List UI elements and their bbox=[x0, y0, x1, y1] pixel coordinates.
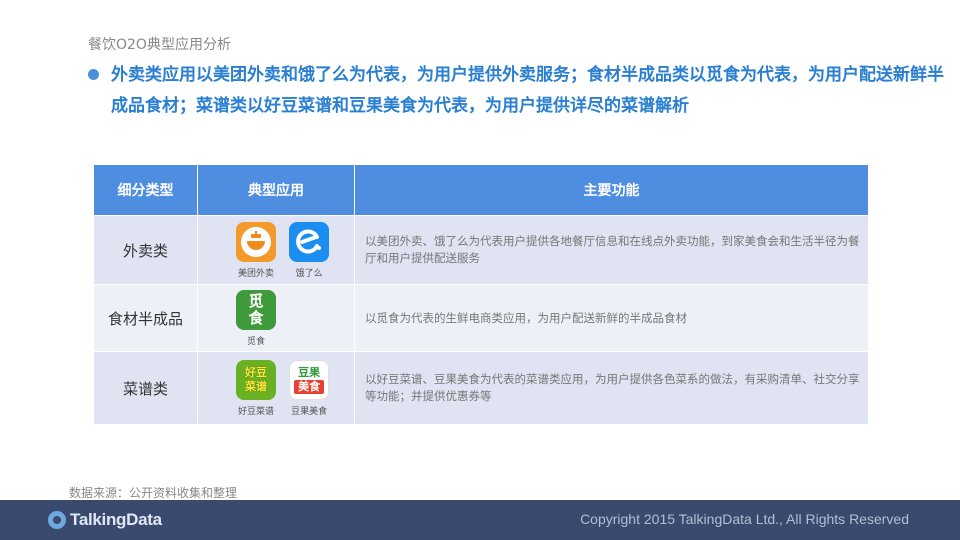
app-label: 饿了么 bbox=[295, 268, 323, 279]
copyright-text: Copyright 2015 TalkingData Ltd., All Rig… bbox=[580, 511, 909, 527]
apps-cell: 觅 食 觅食 bbox=[197, 284, 355, 352]
mishi-icon: 觅 食 bbox=[236, 289, 276, 330]
table-row: 菜谱类 好豆 菜谱 好豆菜谱 豆果 美食 豆果美食 以好豆菜谱、豆果美食为代表的… bbox=[93, 351, 869, 425]
icon-glyph: 美食 bbox=[294, 379, 325, 394]
apps-cell: 美团外卖 饿了么 bbox=[197, 215, 355, 285]
douguo-meishi-icon: 豆果 美食 bbox=[289, 359, 330, 400]
apps-cell: 好豆 菜谱 好豆菜谱 豆果 美食 豆果美食 bbox=[197, 351, 355, 425]
icon-glyph: 觅 bbox=[248, 291, 264, 310]
app-label: 觅食 bbox=[246, 336, 265, 347]
app-eleme: 饿了么 bbox=[286, 221, 332, 279]
table-header-row: 细分类型 典型应用 主要功能 bbox=[93, 164, 869, 216]
category-cell: 外卖类 bbox=[93, 215, 198, 285]
table-row: 食材半成品 觅 食 觅食 以觅食为代表的生鲜电商类应用，为用户配送新鲜的半成品食… bbox=[93, 284, 869, 352]
description-cell: 以觅食为代表的生鲜电商类应用，为用户配送新鲜的半成品食材 bbox=[354, 284, 869, 352]
bullet-icon bbox=[88, 69, 99, 80]
summary-block: 外卖类应用以美团外卖和饿了么为代表，为用户提供外卖服务；食材半成品类以觅食为代表… bbox=[88, 60, 948, 122]
header-apps: 典型应用 bbox=[197, 164, 355, 216]
icon-glyph: 好豆 bbox=[245, 365, 267, 379]
app-douguo-meishi: 豆果 美食 豆果美食 bbox=[286, 359, 332, 417]
eleme-icon bbox=[289, 221, 330, 262]
talkingdata-logo-icon bbox=[48, 511, 66, 529]
app-haodou-caipu: 好豆 菜谱 好豆菜谱 bbox=[233, 359, 279, 417]
source-note: 数据来源：公开资料收集和整理 bbox=[69, 486, 238, 500]
app-mishi: 觅 食 觅食 bbox=[233, 289, 279, 347]
icon-glyph: 豆果 bbox=[298, 365, 321, 379]
footer-bar: TalkingData Copyright 2015 TalkingData L… bbox=[0, 500, 960, 540]
icon-glyph: 食 bbox=[248, 308, 264, 327]
footer-logo: TalkingData bbox=[48, 508, 162, 532]
logo-text: TalkingData bbox=[70, 510, 162, 529]
description-cell: 以美团外卖、饿了么为代表用户提供各地餐厅信息和在线点外卖功能，到家美食会和生活半… bbox=[354, 215, 869, 285]
category-cell: 食材半成品 bbox=[93, 284, 198, 352]
icon-glyph: 菜谱 bbox=[245, 379, 267, 393]
table-row: 外卖类 美团外卖 饿了么 以美团外卖、饿了么为代表用户提供各地餐厅信息和在线点外… bbox=[93, 215, 869, 285]
app-label: 美团外卖 bbox=[237, 268, 274, 279]
meituan-waimai-icon bbox=[236, 221, 276, 262]
app-meituan-waimai: 美团外卖 bbox=[233, 221, 279, 279]
page-title: 餐饮O2O典型应用分析 bbox=[88, 37, 231, 53]
category-cell: 菜谱类 bbox=[93, 351, 198, 425]
summary-text: 外卖类应用以美团外卖和饿了么为代表，为用户提供外卖服务；食材半成品类以觅食为代表… bbox=[111, 65, 944, 116]
header-category: 细分类型 bbox=[93, 164, 198, 216]
description-cell: 以好豆菜谱、豆果美食为代表的菜谱类应用，为用户提供各色菜系的做法，有采购清单、社… bbox=[354, 351, 869, 425]
app-label: 好豆菜谱 bbox=[237, 406, 274, 417]
app-label: 豆果美食 bbox=[291, 406, 328, 417]
app-table: 细分类型 典型应用 主要功能 外卖类 美团外卖 饿了么 以美团外卖、饿了么为代表… bbox=[93, 164, 869, 425]
header-function: 主要功能 bbox=[354, 164, 869, 216]
haodou-caipu-icon: 好豆 菜谱 bbox=[236, 359, 276, 400]
